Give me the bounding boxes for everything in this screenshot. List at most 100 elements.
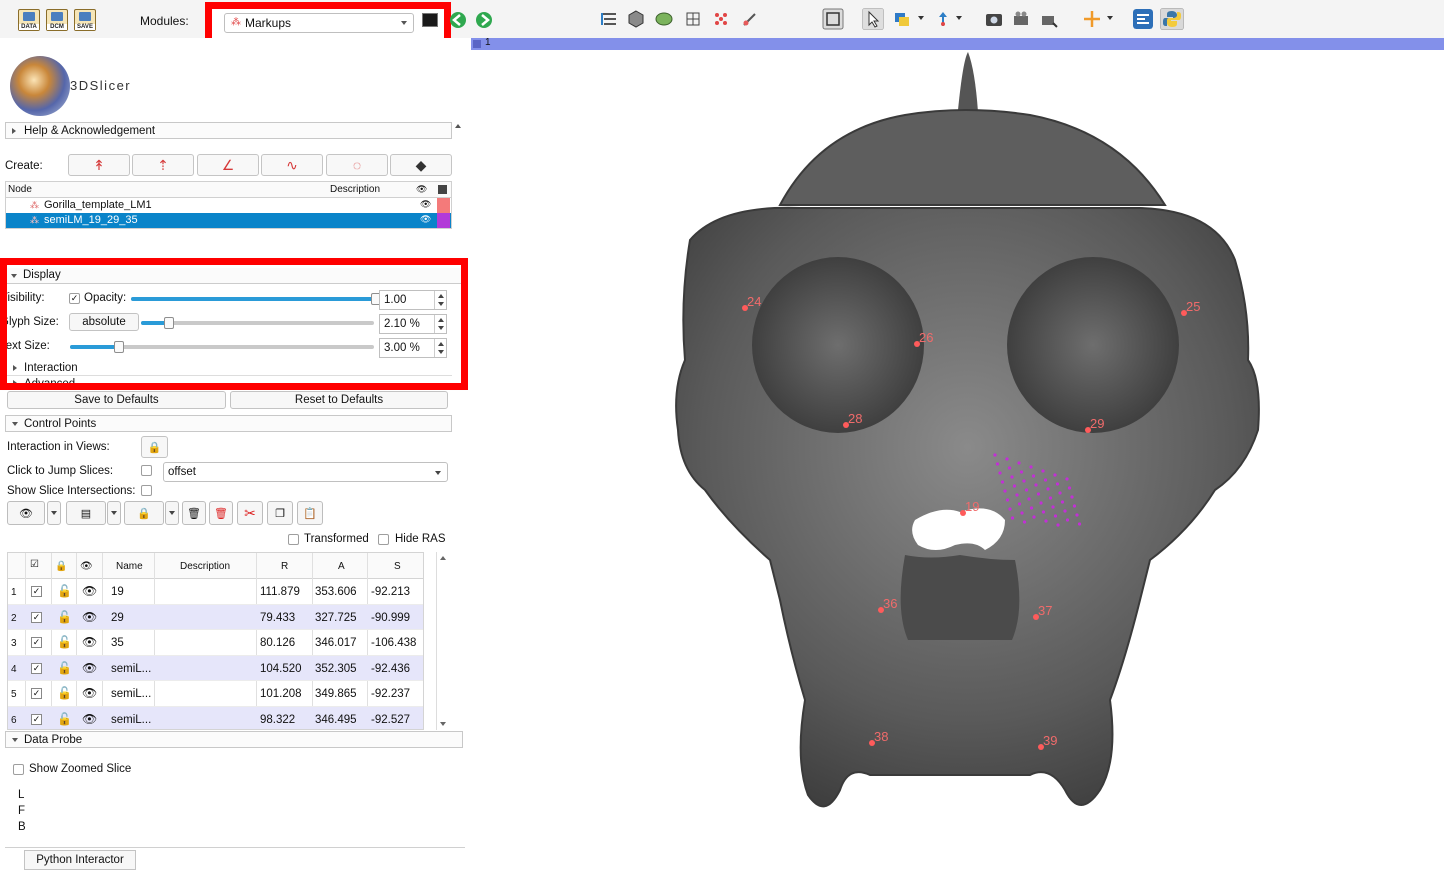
- hide-ras-checkbox[interactable]: [378, 534, 389, 545]
- panel-scroll-up-icon[interactable]: [455, 124, 461, 128]
- unlock-icon[interactable]: 🔓: [57, 610, 72, 624]
- table-row[interactable]: ✓ 🔓 👁 6 semiL... 98.322 346.495 -92.527: [8, 706, 423, 729]
- eye-icon[interactable]: 👁: [82, 584, 97, 598]
- dicom-button[interactable]: DCM: [46, 8, 68, 32]
- create-point-list-button[interactable]: ↟: [68, 154, 130, 176]
- visibility-menu-button[interactable]: [47, 501, 61, 525]
- unlock-icon[interactable]: 🔓: [57, 584, 72, 598]
- visibility-toggle-button[interactable]: 👁: [7, 501, 45, 525]
- point-selected-checkbox[interactable]: ✓: [31, 586, 42, 597]
- jump-mode-dropdown[interactable]: offset: [163, 462, 448, 482]
- place-point-icon[interactable]: [934, 10, 952, 28]
- forward-arrow-icon[interactable]: [475, 11, 493, 29]
- volumes-module-icon[interactable]: [627, 10, 645, 28]
- load-data-button[interactable]: DATA: [18, 8, 40, 32]
- spin-arrows-icon[interactable]: [434, 339, 446, 357]
- opacity-checkbox[interactable]: ✓: [69, 293, 80, 304]
- select-all-checkbox[interactable]: ☑: [30, 559, 39, 570]
- 3d-view[interactable]: 24 25 26 28 29 19 36 37 38 39: [471, 50, 1444, 876]
- slider-handle[interactable]: [113, 341, 124, 353]
- delete-all-button[interactable]: 🗑: [209, 501, 233, 525]
- save-to-defaults-button[interactable]: Save to Defaults: [7, 391, 226, 409]
- point-selected-checkbox[interactable]: ✓: [31, 688, 42, 700]
- table-row[interactable]: ✓ 🔓 👁 2 29 79.433 327.725 -90.999: [8, 604, 423, 631]
- create-plane-button[interactable]: ◆: [390, 154, 452, 176]
- point-selected-checkbox[interactable]: ✓: [31, 713, 42, 725]
- interaction-section[interactable]: Interaction: [7, 361, 452, 376]
- cut-button[interactable]: ✂: [237, 501, 263, 525]
- module-selector[interactable]: ⁂ Markups: [224, 13, 414, 33]
- show-slice-intersections-checkbox[interactable]: [141, 485, 152, 496]
- table-row[interactable]: ✓ 🔓 👁 5 semiL... 101.208 349.865 -92.237: [8, 681, 423, 707]
- scene-view-icon[interactable]: [1012, 10, 1030, 28]
- chevron-down-icon[interactable]: [956, 16, 962, 20]
- data-module-icon[interactable]: [600, 10, 618, 28]
- control-points-header[interactable]: Control Points: [5, 415, 452, 432]
- create-curve-button[interactable]: ∿: [261, 154, 323, 176]
- eye-icon[interactable]: 👁: [82, 610, 97, 624]
- selection-menu-button[interactable]: [107, 501, 121, 525]
- module-history-button[interactable]: [422, 13, 438, 27]
- markups-module-icon[interactable]: [712, 10, 730, 28]
- point-selected-checkbox[interactable]: ✓: [31, 662, 42, 674]
- crosshair-icon[interactable]: [1083, 10, 1101, 28]
- eye-icon[interactable]: 👁: [82, 661, 97, 675]
- node-color-swatch[interactable]: [437, 213, 450, 228]
- eye-icon[interactable]: 👁: [82, 712, 97, 726]
- extensions-manager-icon[interactable]: [1133, 9, 1153, 29]
- segment-editor-icon[interactable]: [741, 10, 759, 28]
- reset-to-defaults-button[interactable]: Reset to Defaults: [230, 391, 448, 409]
- python-interactor-icon[interactable]: [1160, 8, 1184, 30]
- node-color-swatch[interactable]: [437, 198, 450, 213]
- lock-menu-button[interactable]: [165, 501, 179, 525]
- jump-slices-checkbox[interactable]: [141, 465, 152, 476]
- save-button[interactable]: SAVE: [74, 8, 96, 32]
- unlock-icon[interactable]: 🔓: [57, 712, 72, 726]
- eye-icon[interactable]: 👁: [82, 635, 97, 649]
- points-table-scrollbar[interactable]: [436, 552, 448, 730]
- window-level-icon[interactable]: [893, 10, 911, 28]
- delete-point-button[interactable]: 🗑: [182, 501, 206, 525]
- text-size-spinbox[interactable]: 3.00 %: [379, 338, 447, 358]
- glyph-size-mode-button[interactable]: absolute: [69, 313, 139, 331]
- screenshot-icon[interactable]: [985, 10, 1003, 28]
- slider-handle[interactable]: [163, 317, 174, 329]
- python-interactor-tab[interactable]: Python Interactor: [24, 850, 136, 870]
- opacity-slider[interactable]: [131, 293, 381, 305]
- models-module-icon[interactable]: [655, 10, 673, 28]
- text-size-slider[interactable]: [70, 341, 374, 353]
- layout-button-icon[interactable]: [822, 8, 844, 30]
- lock-toggle-button[interactable]: 🔒: [124, 501, 164, 525]
- spin-arrows-icon[interactable]: [434, 315, 446, 333]
- unlock-icon[interactable]: 🔓: [57, 661, 72, 675]
- transforms-module-icon[interactable]: [684, 10, 702, 28]
- chevron-down-icon[interactable]: [918, 16, 924, 20]
- pin-icon[interactable]: [473, 40, 481, 48]
- pointer-mode-icon[interactable]: [862, 8, 884, 30]
- eye-icon[interactable]: 👁: [420, 214, 431, 225]
- display-section-header[interactable]: Display: [7, 268, 461, 284]
- table-row[interactable]: ✓ 🔓 👁 1 19 111.879 353.606 -92.213: [8, 579, 423, 605]
- view-controller-bar[interactable]: 1: [471, 37, 1444, 50]
- point-selected-checkbox[interactable]: ✓: [31, 637, 42, 649]
- eye-icon[interactable]: 👁: [420, 199, 431, 210]
- glyph-size-slider[interactable]: [141, 317, 374, 329]
- spin-arrows-icon[interactable]: [434, 291, 446, 309]
- eye-icon[interactable]: 👁: [82, 686, 97, 700]
- create-line-button[interactable]: ⇡: [132, 154, 194, 176]
- point-selected-checkbox[interactable]: ✓: [31, 611, 42, 623]
- opacity-spinbox[interactable]: 1.00: [379, 290, 447, 310]
- node-row[interactable]: ⁂ Gorilla_template_LM1 👁: [6, 198, 451, 213]
- back-arrow-icon[interactable]: [449, 11, 467, 29]
- lock-button[interactable]: 🔒: [141, 436, 168, 458]
- selection-button[interactable]: ▤: [66, 501, 106, 525]
- show-zoomed-slice-checkbox[interactable]: [13, 764, 24, 775]
- help-acknowledgement-section[interactable]: Help & Acknowledgement: [5, 122, 452, 139]
- glyph-size-spinbox[interactable]: 2.10 %: [379, 314, 447, 334]
- transformed-checkbox[interactable]: [288, 534, 299, 545]
- table-row[interactable]: ✓ 🔓 👁 3 35 80.126 346.017 -106.438: [8, 630, 423, 656]
- capture-icon[interactable]: [1040, 10, 1058, 28]
- data-probe-section[interactable]: Data Probe: [5, 731, 463, 748]
- chevron-down-icon[interactable]: [1107, 16, 1113, 20]
- unlock-icon[interactable]: 🔓: [57, 635, 72, 649]
